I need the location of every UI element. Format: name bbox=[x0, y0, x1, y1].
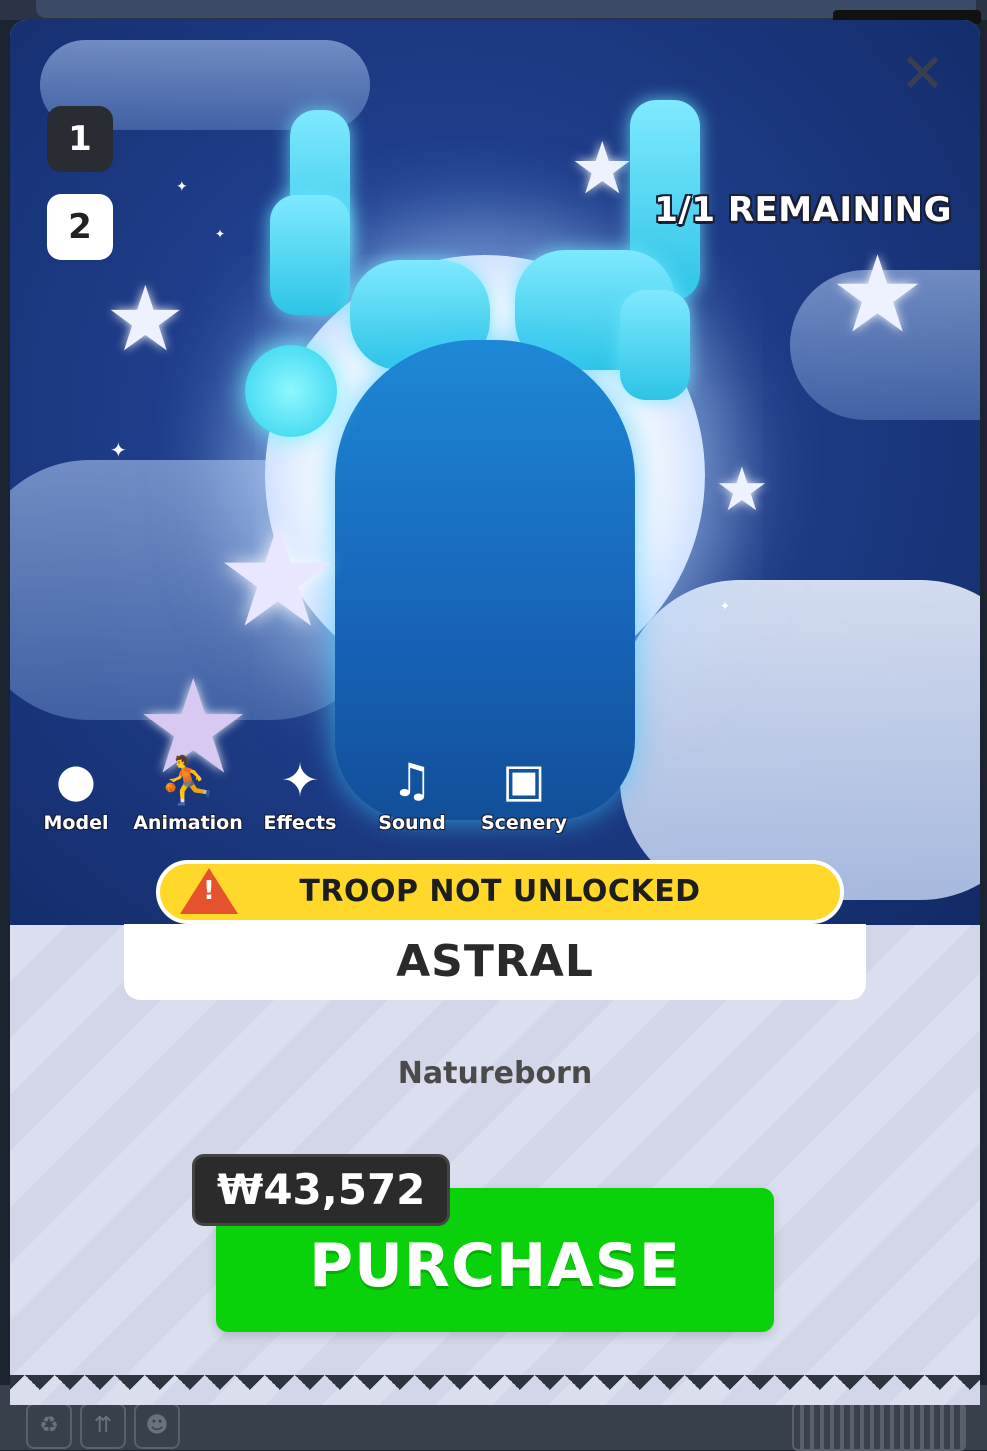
page-badge-2[interactable]: 2 bbox=[47, 194, 113, 260]
price-tag: ₩43,572 bbox=[192, 1154, 451, 1226]
troop-body bbox=[335, 340, 635, 820]
close-icon[interactable]: ✕ bbox=[900, 47, 945, 101]
warning-text: TROOP NOT UNLOCKED bbox=[299, 874, 701, 909]
recycle-icon: ♻ bbox=[26, 1403, 72, 1449]
upload-icon: ⇈ bbox=[80, 1403, 126, 1449]
tool-animation[interactable]: ⛹ Animation bbox=[133, 750, 243, 834]
tool-label: Effects bbox=[263, 812, 337, 834]
tool-label: Model bbox=[43, 812, 109, 834]
skin-category: Natureborn bbox=[397, 1056, 593, 1091]
sparkle-icon: ✦ bbox=[215, 227, 226, 241]
troop-locked-banner: ! TROOP NOT UNLOCKED bbox=[156, 860, 844, 924]
tool-effects[interactable]: ✦ Effects bbox=[245, 750, 355, 834]
page-badge-1[interactable]: 1 bbox=[47, 106, 113, 172]
star-icon: ★ bbox=[830, 233, 926, 356]
torn-edge bbox=[10, 1375, 980, 1405]
sparkle-icon: ✦ bbox=[110, 438, 127, 462]
tool-label: Scenery bbox=[480, 812, 567, 834]
person-icon: ● bbox=[55, 753, 97, 807]
barcode-icon bbox=[792, 1403, 966, 1451]
sparkles-icon: ✦ bbox=[280, 753, 320, 807]
running-person-icon: ⛹ bbox=[159, 753, 217, 807]
skin-preview-modal: ★ ★ ★ ★ ★ ✦ ✦ ✦ ✦ ★ ✕ 1 2 1/1 REMAINING … bbox=[10, 20, 980, 1405]
tool-sound[interactable]: ♫ Sound bbox=[357, 750, 467, 834]
tool-model[interactable]: ● Model bbox=[21, 750, 131, 834]
face-icon: ☻ bbox=[134, 1403, 180, 1449]
star-icon: ★ bbox=[105, 267, 186, 372]
tool-label: Animation bbox=[133, 812, 243, 834]
preview-scene[interactable]: ★ ★ ★ ★ ★ ✦ ✦ ✦ ✦ ★ ✕ 1 2 1/1 REMAINING … bbox=[10, 20, 980, 925]
picture-icon: ▣ bbox=[502, 753, 546, 807]
music-note-icon: ♫ bbox=[391, 753, 433, 807]
background-header bbox=[0, 0, 987, 24]
star-emblem-icon: ★ bbox=[215, 496, 341, 659]
skin-name: ASTRAL bbox=[124, 924, 866, 1000]
tool-scenery[interactable]: ▣ Scenery bbox=[469, 750, 579, 834]
antler bbox=[620, 290, 690, 400]
antler bbox=[270, 195, 350, 315]
remaining-count: 1/1 REMAINING bbox=[654, 190, 952, 230]
sparkle-icon: ✦ bbox=[176, 179, 188, 195]
tool-label: Sound bbox=[378, 812, 446, 834]
troop-eye bbox=[245, 345, 337, 437]
